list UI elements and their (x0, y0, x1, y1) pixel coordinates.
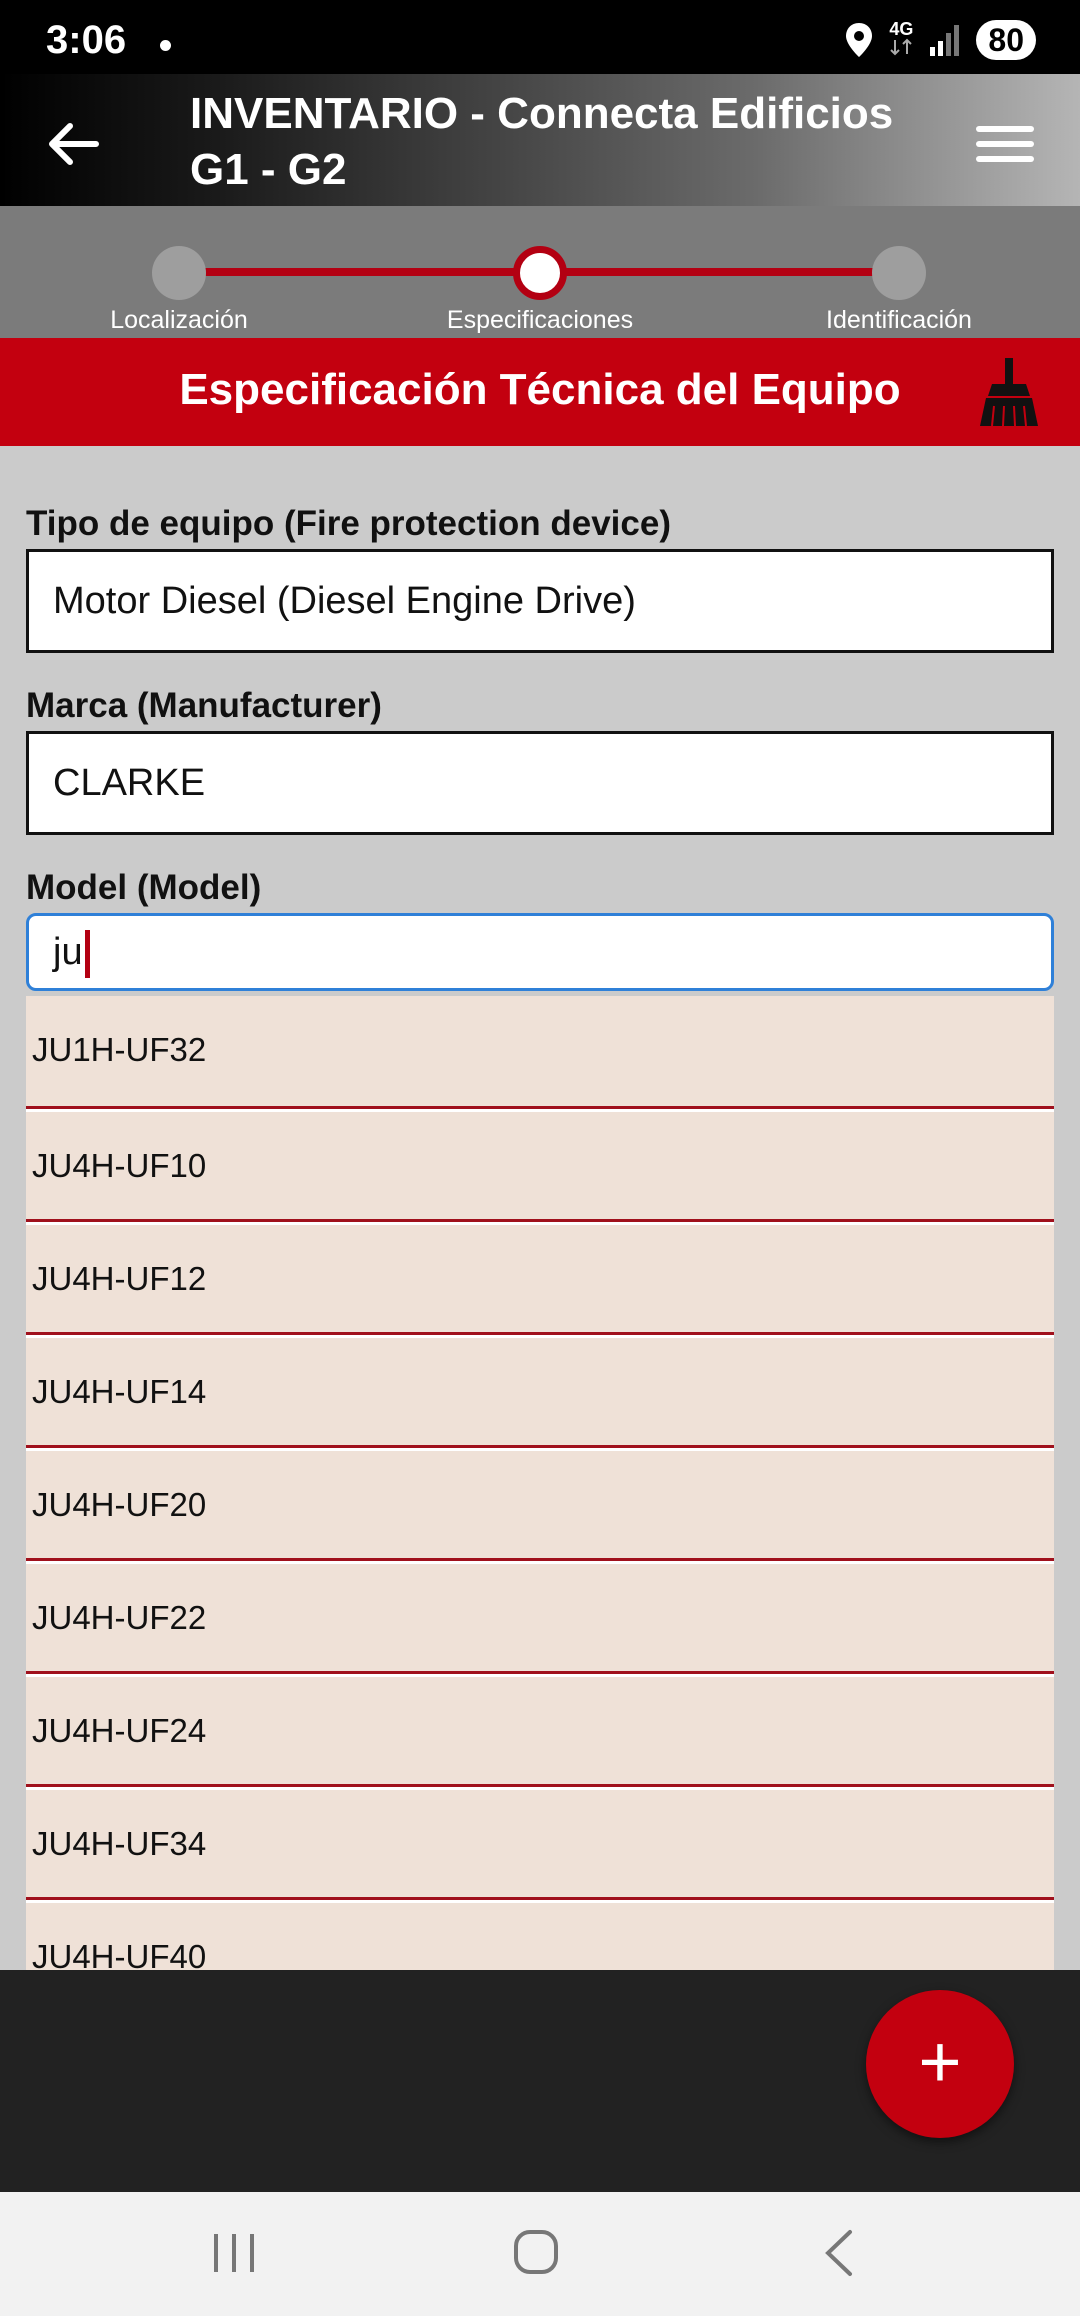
section-header: Especificación Técnica del Equipo (0, 338, 1080, 446)
form-area: Tipo de equipo (Fire protection device) … (0, 446, 1080, 1970)
step-dot-especificaciones[interactable] (513, 246, 567, 300)
signal-icon (930, 25, 960, 56)
status-icons: 4G 80 (844, 20, 1036, 60)
suggestion-item[interactable]: JU4H-UF10 (26, 1109, 1054, 1222)
home-icon[interactable] (496, 2218, 576, 2288)
suggestion-item[interactable]: JU4H-UF34 (26, 1787, 1054, 1900)
section-title: Especificación Técnica del Equipo (179, 365, 901, 414)
step-label-localizacion: Localización (110, 306, 248, 334)
battery-level: 80 (976, 20, 1036, 60)
app-bar: INVENTARIO - Connecta Edificios G1 - G2 (0, 74, 1080, 206)
data-arrows-icon (890, 38, 913, 55)
model-suggestion-list: JU1H-UF32 JU4H-UF10 JU4H-UF12 JU4H-UF14 … (26, 996, 1054, 1970)
suggestion-item[interactable]: JU4H-UF12 (26, 1222, 1054, 1335)
suggestion-item[interactable]: JU1H-UF32 (26, 996, 1054, 1109)
model-input[interactable]: ju (26, 913, 1054, 991)
page-title: INVENTARIO - Connecta Edificios G1 - G2 (190, 89, 894, 194)
system-nav-bar (0, 2192, 1080, 2316)
recent-apps-icon[interactable] (194, 2218, 274, 2288)
step-dot-identificacion[interactable] (872, 246, 926, 300)
add-button[interactable]: + (866, 1990, 1014, 2138)
step-label-identificacion: Identificación (826, 306, 972, 334)
model-label: Model (Model) (26, 868, 262, 907)
step-label-especificaciones: Especificaciones (446, 306, 634, 334)
status-time: 3:06 (46, 18, 127, 62)
status-bar: 3:06 4G 80 (0, 0, 1080, 74)
model-input-value: ju (53, 931, 83, 973)
suggestion-item[interactable]: JU4H-UF20 (26, 1448, 1054, 1561)
manufacturer-field[interactable]: CLARKE (26, 731, 1054, 835)
suggestion-item[interactable]: JU4H-UF24 (26, 1674, 1054, 1787)
hamburger-menu-icon[interactable] (974, 114, 1036, 174)
network-indicator: 4G (888, 20, 914, 61)
suggestion-item[interactable]: JU4H-UF14 (26, 1335, 1054, 1448)
device-type-field[interactable]: Motor Diesel (Diesel Engine Drive) (26, 549, 1054, 653)
manufacturer-label: Marca (Manufacturer) (26, 686, 382, 725)
arrow-left-icon[interactable] (44, 114, 104, 174)
suggestion-item[interactable]: JU4H-UF22 (26, 1561, 1054, 1674)
progress-stepper: Localización Especificaciones Identifica… (0, 206, 1080, 338)
suggestion-item[interactable]: JU4H-UF40 (26, 1900, 1054, 1970)
step-connector (540, 268, 900, 276)
back-nav-icon[interactable] (800, 2218, 880, 2288)
notification-dot (160, 40, 171, 51)
step-connector (178, 268, 540, 276)
device-type-label: Tipo de equipo (Fire protection device) (26, 504, 671, 543)
location-icon (846, 23, 873, 57)
broom-icon[interactable] (974, 356, 1044, 428)
text-cursor (84, 929, 90, 978)
step-dot-localizacion[interactable] (152, 246, 206, 300)
